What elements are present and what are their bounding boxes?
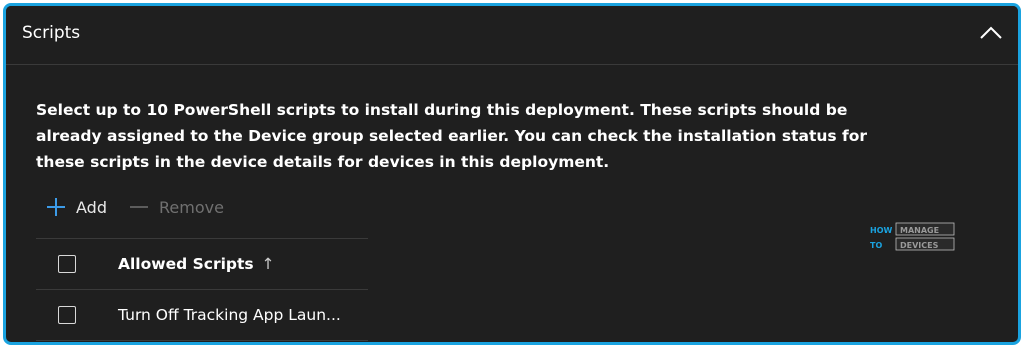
chevron-up-icon[interactable]	[978, 22, 1004, 44]
section-title: Scripts	[22, 23, 81, 43]
add-label: Add	[76, 197, 107, 217]
column-header-allowed-scripts[interactable]: Allowed Scripts ↑	[118, 255, 275, 273]
row-checkbox[interactable]	[58, 306, 76, 324]
scripts-table: Allowed Scripts ↑ Turn Off Tracking App L…	[36, 238, 368, 341]
remove-label: Remove	[158, 197, 224, 217]
watermark-devices: DEVICES	[900, 241, 939, 250]
section-header[interactable]: Scripts	[6, 6, 1018, 65]
watermark-to: TO	[870, 241, 882, 250]
watermark-how: HOW	[870, 226, 892, 235]
watermark-manage: MANAGE	[900, 226, 939, 235]
minus-icon	[129, 206, 148, 208]
sort-ascending-icon: ↑	[261, 255, 275, 273]
command-bar: Add Remove	[46, 192, 224, 222]
table-header-row: Allowed Scripts ↑	[36, 238, 368, 289]
section-description: Select up to 10 PowerShell scripts to in…	[36, 101, 868, 171]
plus-icon	[47, 198, 65, 216]
table-row[interactable]: Turn Off Tracking App Laun...	[36, 289, 368, 341]
script-name-cell: Turn Off Tracking App Laun...	[118, 306, 341, 324]
add-button[interactable]: Add	[46, 197, 107, 217]
column-header-label: Allowed Scripts	[118, 255, 254, 273]
scripts-panel: Scripts Select up to 10 PowerShell scrip…	[3, 3, 1021, 345]
select-all-checkbox[interactable]	[58, 255, 76, 273]
watermark-logo: HOW TO MANAGE DEVICES	[870, 222, 955, 251]
remove-button[interactable]: Remove	[129, 197, 224, 217]
